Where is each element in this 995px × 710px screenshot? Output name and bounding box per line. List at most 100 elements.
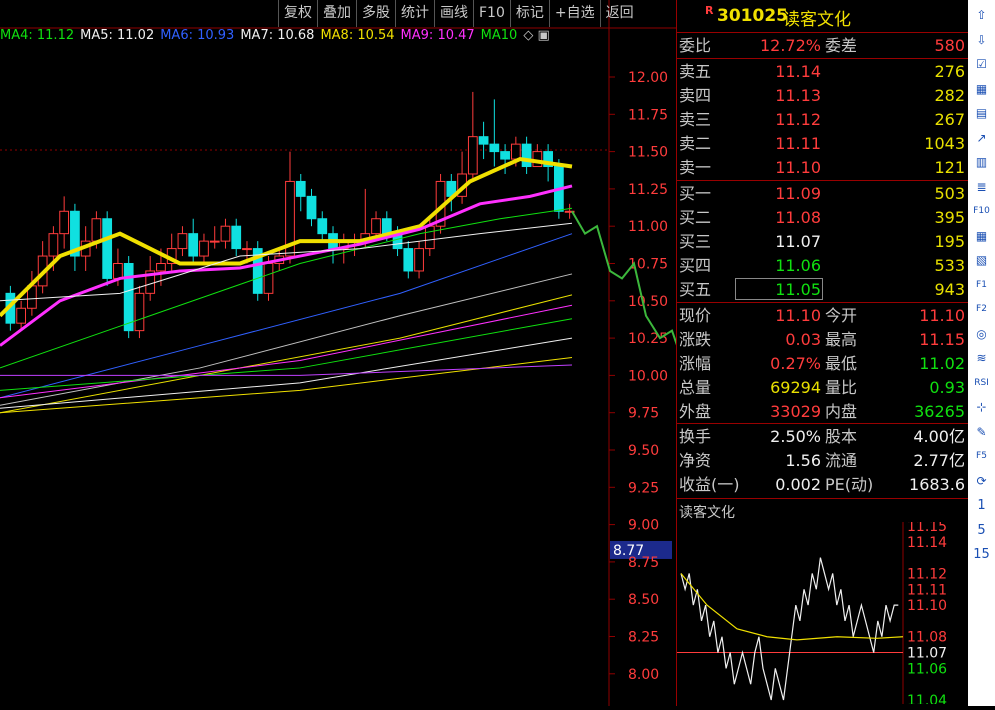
toolbar-btn-6[interactable]: 标记 bbox=[509, 0, 549, 27]
rail-icon-12[interactable]: F2 bbox=[972, 300, 991, 319]
rail-icon-16[interactable]: ⊹ bbox=[972, 398, 991, 417]
rail-icon-6[interactable]: ▥ bbox=[972, 153, 991, 172]
rail-icon-13[interactable]: ◎ bbox=[972, 325, 991, 344]
stat-value: 0.03 bbox=[785, 330, 821, 349]
candle-body[interactable] bbox=[59, 210, 70, 235]
axis-label: 8.75 bbox=[628, 555, 659, 571]
selected-quote-box[interactable] bbox=[735, 278, 823, 300]
stat-label: 涨幅 bbox=[679, 354, 712, 373]
candle-body[interactable] bbox=[16, 307, 27, 324]
rail-icon-0[interactable]: ⇧ bbox=[972, 6, 991, 25]
candle-body[interactable] bbox=[134, 292, 145, 332]
stat-label: 现价 bbox=[679, 306, 712, 325]
axis-label: 8.00 bbox=[628, 667, 659, 683]
rail-icon-22[interactable]: 15 bbox=[972, 545, 991, 564]
stock-code: 301025 bbox=[717, 6, 788, 26]
rail-icon-11[interactable]: F1 bbox=[972, 276, 991, 295]
rail-icon-3[interactable]: ▦ bbox=[972, 80, 991, 99]
rail-icon-20[interactable]: 1 bbox=[972, 496, 991, 515]
rail-icon-8[interactable]: F10 bbox=[972, 202, 991, 221]
candle-body[interactable] bbox=[209, 240, 220, 243]
rail-icon-15[interactable]: RSI bbox=[972, 374, 991, 393]
candle-body[interactable] bbox=[381, 218, 392, 235]
rail-icon-5[interactable]: ↗ bbox=[972, 129, 991, 148]
toolbar-btn-3[interactable]: 统计 bbox=[395, 0, 434, 27]
sell-label: 卖一 bbox=[679, 158, 712, 177]
candle-body[interactable] bbox=[510, 143, 521, 160]
sell-volume: 1043 bbox=[924, 134, 965, 153]
buy-row-3: 买四 11.06 533 bbox=[677, 254, 969, 277]
toolbar-btn-4[interactable]: 画线 bbox=[434, 0, 473, 27]
rail-icon-9[interactable]: ▦ bbox=[972, 227, 991, 246]
buy-volume: 943 bbox=[934, 280, 965, 299]
candle-body[interactable] bbox=[371, 218, 381, 235]
stat-label-2: 最低 bbox=[825, 354, 858, 373]
fund-label-2: PE(动) bbox=[825, 475, 874, 494]
stat-row-3: 总量 69294 量比 0.93 bbox=[677, 376, 969, 399]
ma-label-6: MA10 bbox=[480, 28, 518, 43]
candle-body[interactable] bbox=[295, 180, 306, 197]
toolbar-btn-2[interactable]: 多股 bbox=[356, 0, 395, 27]
toolbar-btn-7[interactable]: +自选 bbox=[548, 0, 600, 27]
candle-body[interactable] bbox=[177, 233, 188, 250]
candle-body[interactable] bbox=[231, 225, 242, 250]
candle-body[interactable] bbox=[478, 136, 489, 145]
buy-label: 买一 bbox=[679, 184, 712, 203]
toolbar-btn-0[interactable]: 复权 bbox=[278, 0, 317, 27]
candle-body[interactable] bbox=[199, 240, 209, 257]
sell-row-4: 卖一 11.10 121 bbox=[677, 156, 969, 179]
sell-row-0: 卖五 11.14 276 bbox=[677, 60, 969, 83]
sell-row-3: 卖二 11.11 1043 bbox=[677, 132, 969, 155]
buy-volume: 195 bbox=[934, 232, 965, 251]
rail-icon-21[interactable]: 5 bbox=[972, 521, 991, 540]
candle-body[interactable] bbox=[113, 263, 123, 279]
rail-icon-17[interactable]: ✎ bbox=[972, 423, 991, 442]
candle-body[interactable] bbox=[306, 195, 317, 220]
candle-body[interactable] bbox=[467, 136, 478, 175]
candle-body[interactable] bbox=[91, 218, 102, 242]
sell-price: 11.12 bbox=[775, 110, 821, 129]
rail-icon-1[interactable]: ⇩ bbox=[972, 31, 991, 50]
candle-body[interactable] bbox=[521, 143, 532, 168]
kline-chart[interactable]: 12.00 11.75 11.50 11.25 11.00 10.75 10.50 10.25… bbox=[0, 0, 713, 706]
stat-value-2: 11.02 bbox=[919, 354, 965, 373]
fund-label: 收益(一) bbox=[679, 475, 740, 494]
fund-label: 换手 bbox=[679, 427, 712, 446]
rail-icon-4[interactable]: ▤ bbox=[972, 104, 991, 123]
candle-body[interactable] bbox=[242, 248, 252, 251]
rail-icon-19[interactable]: ⟳ bbox=[972, 472, 991, 491]
candle-body[interactable] bbox=[123, 263, 134, 332]
candle-body[interactable] bbox=[48, 233, 59, 257]
weibi-row: 委比 12.72% 委差 580 bbox=[677, 34, 969, 57]
toolbar-btn-5[interactable]: F10 bbox=[473, 0, 510, 27]
rail-icon-18[interactable]: F5 bbox=[972, 447, 991, 466]
rail-icon-14[interactable]: ≋ bbox=[972, 349, 991, 368]
intraday-chart[interactable]: 11.1511.14 11.1211.1111.10 11.0811.0711.06… bbox=[677, 522, 969, 704]
toolbar-btn-8[interactable]: 返回 bbox=[599, 0, 639, 27]
candle-body[interactable] bbox=[188, 233, 199, 257]
fund-value: 0.002 bbox=[775, 475, 821, 494]
candle-body[interactable] bbox=[317, 218, 328, 235]
rail-icon-10[interactable]: ▧ bbox=[972, 251, 991, 270]
rail-icon-7[interactable]: ≣ bbox=[972, 178, 991, 197]
axis-label: 11.75 bbox=[628, 107, 668, 123]
candle-body[interactable] bbox=[156, 263, 166, 272]
candle-body[interactable] bbox=[424, 225, 435, 250]
candle-body[interactable] bbox=[532, 151, 543, 168]
axis-label: 10.00 bbox=[628, 368, 668, 384]
candle-body[interactable] bbox=[403, 248, 414, 272]
axis-label: 10.25 bbox=[628, 331, 668, 347]
candle-body[interactable] bbox=[220, 225, 231, 242]
candle-body[interactable] bbox=[414, 248, 424, 272]
rail-icon-2[interactable]: ☑ bbox=[972, 55, 991, 74]
toolbar-btn-1[interactable]: 叠加 bbox=[317, 0, 356, 27]
candle-body[interactable] bbox=[489, 143, 500, 153]
candle-body[interactable] bbox=[102, 218, 113, 279]
candle-body[interactable] bbox=[263, 263, 274, 294]
buy-price: 11.08 bbox=[775, 208, 821, 227]
candle-body[interactable] bbox=[500, 151, 510, 160]
ma-toggle-icon[interactable]: ◇ ▣ bbox=[523, 28, 549, 43]
kline-svg[interactable]: 12.0011.7511.5011.2511.0010.7510.5010.25… bbox=[0, 0, 713, 706]
buy-volume: 533 bbox=[934, 256, 965, 275]
ma-line-purple bbox=[0, 364, 573, 376]
